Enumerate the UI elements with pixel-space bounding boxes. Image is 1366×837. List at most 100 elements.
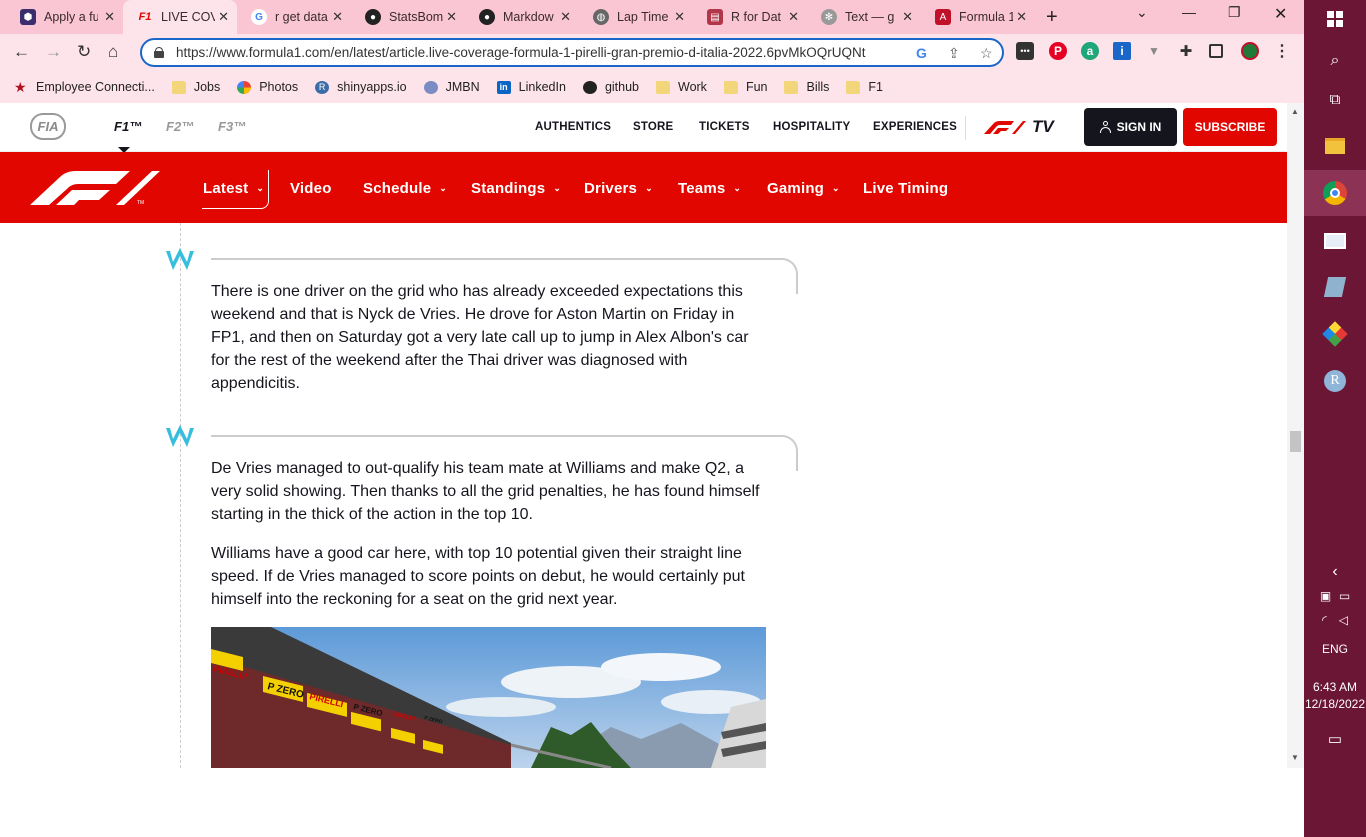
close-icon[interactable]: ✕: [674, 9, 685, 25]
f1-logo[interactable]: TM: [30, 171, 160, 205]
puzzle-icon[interactable]: ✚: [1177, 42, 1195, 60]
nav-tickets[interactable]: TICKETS: [699, 121, 750, 133]
nav-video[interactable]: Video: [290, 180, 332, 197]
nav-experiences[interactable]: EXPERIENCES: [873, 121, 957, 133]
close-icon[interactable]: ✕: [902, 9, 913, 25]
bookmark-shinyapps[interactable]: R shinyapps.io: [315, 80, 407, 94]
address-bar[interactable]: https://www.formula1.com/en/latest/artic…: [140, 38, 1004, 67]
extension-a-icon[interactable]: a: [1081, 42, 1099, 60]
scroll-up-arrow-icon[interactable]: ▲: [1291, 107, 1299, 116]
minimize-button[interactable]: —: [1182, 4, 1196, 20]
tab-markdown[interactable]: ● Markdow ✕: [465, 0, 579, 34]
home-button[interactable]: ⌂: [108, 42, 118, 62]
profile-avatar[interactable]: [1241, 42, 1259, 60]
bookmark-work[interactable]: Work: [656, 80, 707, 94]
bookmark-f1[interactable]: F1: [846, 80, 883, 94]
file-explorer-icon[interactable]: [1304, 131, 1366, 161]
bookmark-photos[interactable]: Photos: [237, 80, 298, 94]
forward-button[interactable]: →: [45, 42, 62, 62]
tab-live-coverage[interactable]: F1 LIVE COV ✕: [123, 0, 237, 34]
side-panel-icon[interactable]: [1209, 44, 1223, 58]
language-indicator[interactable]: ENG: [1304, 642, 1366, 656]
back-button[interactable]: ←: [13, 42, 30, 62]
nav-gaming[interactable]: Gaming ⌄: [767, 180, 840, 197]
chrome-taskbar-icon[interactable]: [1304, 170, 1366, 216]
meet-now-icon[interactable]: ▣: [1320, 589, 1331, 603]
bookmark-jmbn[interactable]: JMBN: [423, 80, 480, 94]
nav-teams[interactable]: Teams ⌄: [678, 180, 741, 197]
series-f3[interactable]: F3™: [218, 119, 246, 134]
close-icon[interactable]: ✕: [446, 9, 457, 25]
tab-text[interactable]: ✻ Text — g ✕: [807, 0, 921, 34]
nav-drivers[interactable]: Drivers ⌄: [584, 180, 653, 197]
search-icon[interactable]: ⌕: [1304, 48, 1366, 74]
r-app-icon[interactable]: R: [1304, 368, 1366, 394]
f1-tv-link[interactable]: TV: [980, 117, 1054, 137]
url-text: https://www.formula1.com/en/latest/artic…: [176, 45, 866, 60]
nav-hospitality[interactable]: HOSPITALITY: [773, 121, 850, 133]
close-icon[interactable]: ✕: [104, 9, 115, 25]
bookmark-github[interactable]: github: [582, 80, 639, 94]
close-icon[interactable]: ✕: [332, 9, 343, 25]
nav-schedule[interactable]: Schedule ⌄: [363, 180, 447, 197]
vee-extension-icon[interactable]: ▼: [1145, 42, 1163, 60]
bookmark-employee-connect[interactable]: ★ Employee Connecti...: [14, 80, 155, 95]
nav-authentics[interactable]: AUTHENTICS: [535, 121, 611, 133]
r-icon: R: [315, 80, 330, 94]
close-window-button[interactable]: ✕: [1274, 4, 1287, 24]
tab-statsbomb[interactable]: ● StatsBom ✕: [351, 0, 465, 34]
close-icon[interactable]: ✕: [788, 9, 799, 25]
series-f1[interactable]: F1™: [114, 119, 142, 134]
fia-logo[interactable]: FIA: [30, 113, 66, 140]
nav-latest[interactable]: Latest ⌄: [203, 180, 264, 197]
nav-store[interactable]: STORE: [633, 121, 673, 133]
close-icon[interactable]: ✕: [1016, 9, 1027, 25]
pinterest-icon[interactable]: P: [1049, 42, 1067, 60]
bookmark-jobs[interactable]: Jobs: [171, 80, 220, 94]
info-extension-icon[interactable]: i: [1113, 42, 1131, 60]
wifi-icon[interactable]: ◜: [1322, 613, 1327, 627]
clock-time[interactable]: 6:43 AM: [1304, 680, 1366, 694]
monitor-app-icon[interactable]: [1304, 228, 1366, 254]
nav-standings[interactable]: Standings ⌄: [471, 180, 561, 197]
sign-in-button[interactable]: SIGN IN: [1084, 108, 1177, 146]
battery-icon[interactable]: ▭: [1339, 589, 1350, 603]
tab-formula-1[interactable]: A Formula 1 ✕: [921, 0, 1035, 34]
tools-app-icon[interactable]: [1304, 320, 1366, 348]
series-f2[interactable]: F2™: [166, 119, 194, 134]
nav-live-timing[interactable]: Live Timing: [863, 180, 948, 197]
restore-button[interactable]: ❐: [1228, 4, 1241, 21]
bookmark-linkedin[interactable]: in LinkedIn: [496, 80, 566, 94]
bookmark-fun[interactable]: Fun: [723, 80, 767, 94]
google-lens-icon[interactable]: G: [916, 45, 927, 61]
notebook-app-icon[interactable]: [1304, 274, 1366, 300]
subscribe-button[interactable]: SUBSCRIBE: [1183, 108, 1277, 146]
clock-date[interactable]: 12/18/2022: [1304, 697, 1366, 711]
globe-icon: ◍: [593, 9, 609, 25]
page-scrollbar[interactable]: ▲ ▼: [1287, 103, 1304, 768]
tab-search-chevron-icon[interactable]: ⌄: [1136, 4, 1148, 21]
tab-strip: ⬢ Apply a fu ✕ F1 LIVE COV ✕ G r get dat…: [0, 0, 1304, 34]
tab-r-for-data[interactable]: ▤ R for Dat ✕: [693, 0, 807, 34]
tab-apply[interactable]: ⬢ Apply a fu ✕: [6, 0, 123, 34]
share-icon[interactable]: ⇪: [948, 45, 960, 62]
nav-divider: [965, 116, 966, 140]
reload-button[interactable]: ↻: [77, 42, 91, 62]
tab-lap-time[interactable]: ◍ Lap Time ✕: [579, 0, 693, 34]
tab-r-get-data[interactable]: G r get data ✕: [237, 0, 351, 34]
bookmark-bills[interactable]: Bills: [784, 80, 829, 94]
scrollbar-thumb[interactable]: [1290, 431, 1301, 452]
notification-icon[interactable]: ▭: [1304, 729, 1366, 749]
windows-start-icon[interactable]: [1304, 6, 1366, 32]
bookmark-star-icon[interactable]: ☆: [980, 45, 993, 62]
chevron-left-icon[interactable]: ‹: [1304, 562, 1366, 582]
close-icon[interactable]: ✕: [218, 9, 229, 25]
scroll-down-arrow-icon[interactable]: ▼: [1291, 753, 1299, 762]
volume-icon[interactable]: ◁: [1339, 613, 1348, 627]
extension-dots-icon[interactable]: •••: [1016, 42, 1034, 60]
menu-kebab-icon[interactable]: ⋮: [1273, 42, 1291, 60]
user-icon: [1099, 121, 1111, 133]
close-icon[interactable]: ✕: [560, 9, 571, 25]
new-tab-button[interactable]: +: [1046, 6, 1058, 29]
task-view-icon[interactable]: ⧉: [1304, 86, 1366, 112]
